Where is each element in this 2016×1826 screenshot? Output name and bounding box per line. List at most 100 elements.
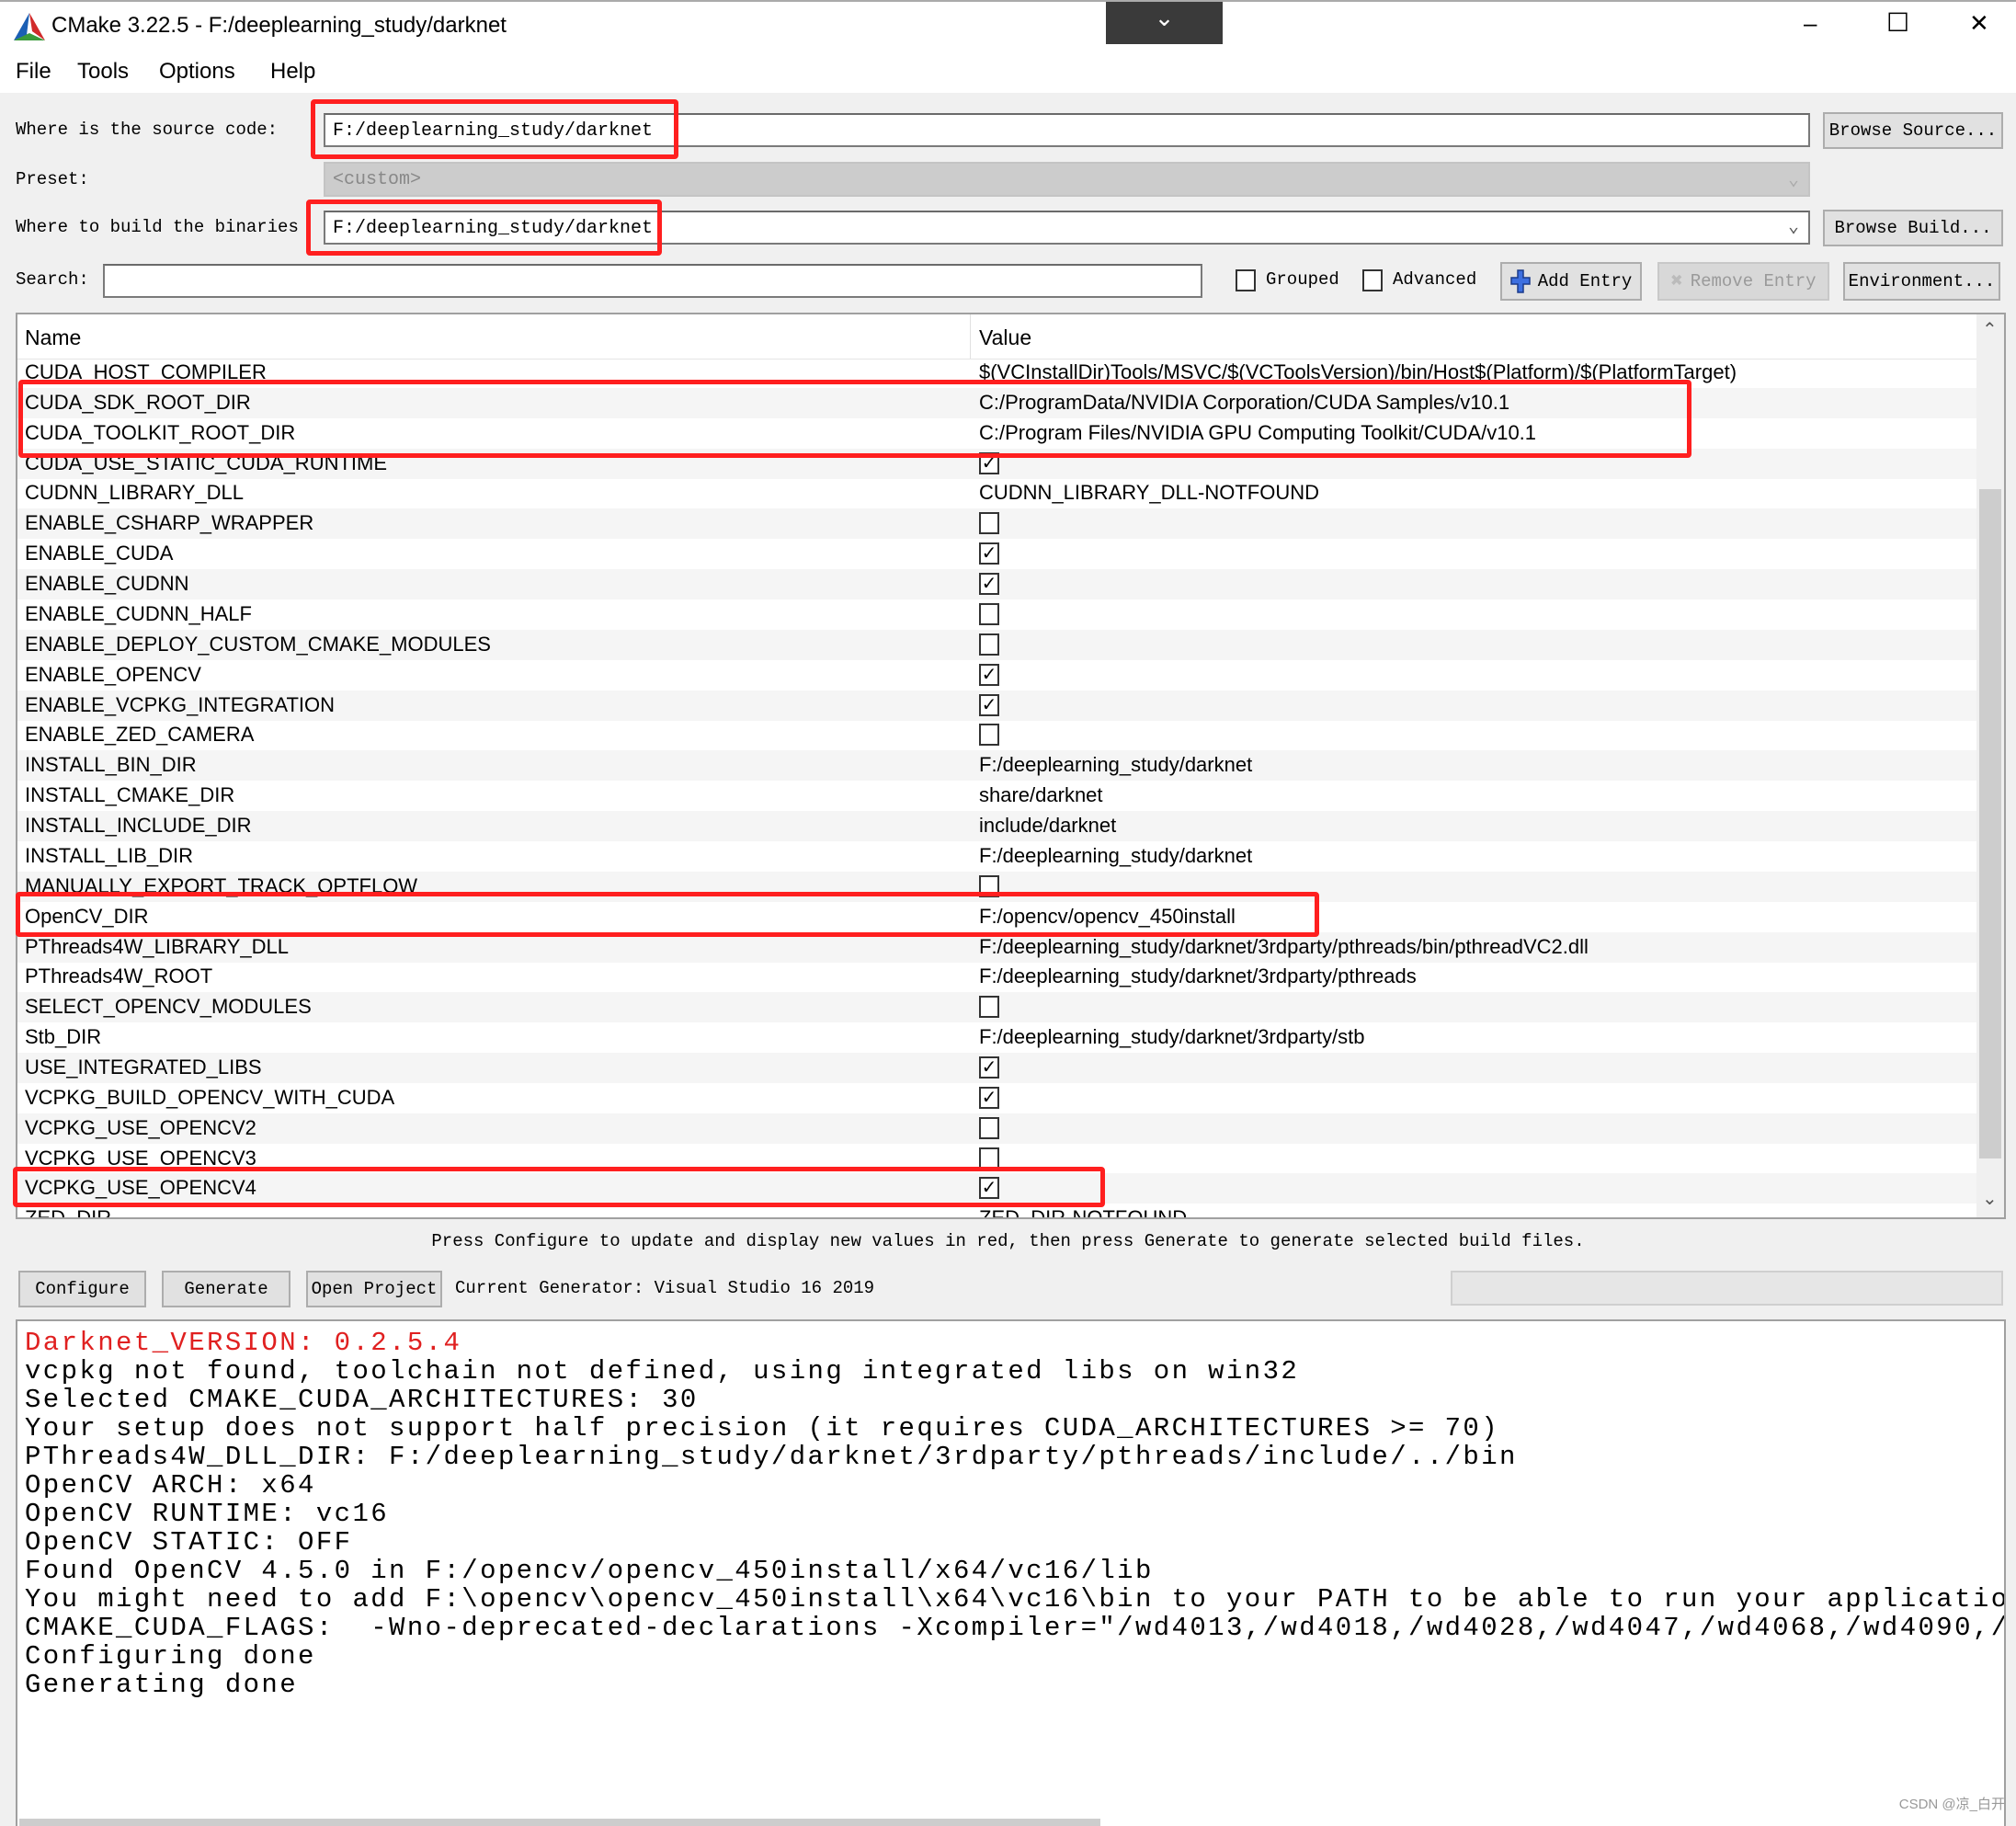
table-row[interactable]: CUDA_SDK_ROOT_DIR C:/ProgramData/NVIDIA C… bbox=[17, 387, 1977, 418]
environment-button[interactable]: Environment... bbox=[1843, 262, 2000, 301]
preset-select[interactable]: <custom> ⌄ bbox=[324, 162, 1810, 197]
entry-checkbox[interactable] bbox=[979, 602, 999, 625]
table-row[interactable]: ENABLE_CUDNN_HALF bbox=[17, 599, 1977, 630]
entry-value[interactable]: F:/deeplearning_study/darknet/3rdparty/p… bbox=[979, 964, 1417, 988]
table-row[interactable]: INSTALL_INCLUDE_DIR include/darknet bbox=[17, 811, 1977, 842]
table-row[interactable]: OpenCV_DIR F:/opencv/opencv_450install bbox=[17, 902, 1977, 932]
entry-checkbox-checked[interactable]: ✓ bbox=[979, 693, 999, 716]
chevron-down-icon[interactable]: ⌄ bbox=[1788, 214, 1799, 238]
grouped-checkbox[interactable] bbox=[1236, 269, 1256, 291]
maximize-button[interactable]: ☐ bbox=[1886, 7, 1909, 38]
scroll-up-icon[interactable]: ⌃ bbox=[1982, 318, 1998, 341]
entry-checkbox-checked[interactable]: ✓ bbox=[979, 663, 999, 686]
source-input[interactable]: F:/deeplearning_study/darknet bbox=[324, 113, 1810, 147]
entry-value[interactable]: CUDNN_LIBRARY_DLL-NOTFOUND bbox=[979, 481, 1319, 505]
entry-checkbox-checked[interactable]: ✓ bbox=[979, 1086, 999, 1109]
entry-checkbox[interactable] bbox=[979, 1116, 999, 1139]
entry-checkbox[interactable] bbox=[979, 874, 999, 897]
entry-checkbox-checked[interactable]: ✓ bbox=[979, 573, 999, 596]
table-row[interactable]: ZED_DIR ZED_DIR-NOTFOUND bbox=[17, 1204, 1977, 1217]
column-divider[interactable] bbox=[970, 314, 971, 359]
entry-name: VCPKG_USE_OPENCV4 bbox=[25, 1176, 256, 1200]
menu-options[interactable]: Options bbox=[159, 59, 235, 85]
entry-checkbox-checked[interactable]: ✓ bbox=[979, 1177, 999, 1200]
search-input[interactable] bbox=[103, 264, 1202, 298]
minimize-button[interactable]: – bbox=[1804, 9, 1817, 38]
entry-value[interactable]: F:/deeplearning_study/darknet bbox=[979, 844, 1252, 868]
entry-checkbox-checked[interactable]: ✓ bbox=[979, 1056, 999, 1078]
vertical-scrollbar[interactable]: ⌃ ⌄ bbox=[1976, 314, 2004, 1217]
entry-name: INSTALL_BIN_DIR bbox=[25, 753, 197, 777]
entry-checkbox[interactable] bbox=[979, 996, 999, 1019]
entry-value[interactable]: share/darknet bbox=[979, 783, 1103, 807]
table-header: Name Value bbox=[17, 314, 1977, 359]
entry-value[interactable]: F:/deeplearning_study/darknet/3rdparty/p… bbox=[979, 935, 1589, 959]
entry-value[interactable]: ZED_DIR-NOTFOUND bbox=[979, 1206, 1187, 1217]
browse-source-button[interactable]: Browse Source... bbox=[1823, 112, 2003, 149]
remove-x-icon: ✖ bbox=[1670, 270, 1683, 293]
open-project-button[interactable]: Open Project bbox=[306, 1271, 442, 1307]
horizontal-scrollbar-thumb[interactable] bbox=[19, 1819, 1100, 1826]
entry-value[interactable]: $(VCInstallDir)Tools/MSVC/$(VCToolsVersi… bbox=[979, 360, 1737, 384]
table-row[interactable]: VCPKG_USE_OPENCV2 bbox=[17, 1113, 1977, 1144]
entry-value[interactable]: F:/deeplearning_study/darknet/3rdparty/s… bbox=[979, 1025, 1364, 1049]
build-input[interactable]: F:/deeplearning_study/darknet ⌄ bbox=[324, 211, 1810, 245]
entry-checkbox[interactable] bbox=[979, 512, 999, 535]
table-row[interactable]: VCPKG_USE_OPENCV4 ✓ bbox=[17, 1173, 1977, 1204]
entry-value[interactable]: C:/ProgramData/NVIDIA Corporation/CUDA S… bbox=[979, 391, 1509, 415]
output-line: CMAKE_CUDA_FLAGS: -Wno-deprecated-declar… bbox=[25, 1613, 2004, 1643]
close-button[interactable]: ✕ bbox=[1969, 9, 1989, 38]
output-line: PThreads4W_DLL_DIR: F:/deeplearning_stud… bbox=[25, 1442, 1518, 1472]
menu-tools[interactable]: Tools bbox=[77, 59, 129, 85]
entry-checkbox-checked[interactable]: ✓ bbox=[979, 451, 999, 474]
table-row[interactable]: ENABLE_VCPKG_INTEGRATION ✓ bbox=[17, 690, 1977, 721]
scroll-down-icon[interactable]: ⌄ bbox=[1982, 1187, 1998, 1210]
menu-help[interactable]: Help bbox=[270, 59, 315, 85]
entry-value[interactable]: F:/deeplearning_study/darknet bbox=[979, 753, 1252, 777]
tab-dropdown-button[interactable]: ⌄ bbox=[1106, 2, 1223, 44]
table-row[interactable]: ENABLE_DEPLOY_CUSTOM_CMAKE_MODULES bbox=[17, 629, 1977, 660]
table-row[interactable]: CUDA_TOOLKIT_ROOT_DIR C:/Program Files/NV… bbox=[17, 418, 1977, 449]
table-row[interactable]: VCPKG_BUILD_OPENCV_WITH_CUDA ✓ bbox=[17, 1083, 1977, 1113]
output-line: Selected CMAKE_CUDA_ARCHITECTURES: 30 bbox=[25, 1385, 699, 1415]
table-row[interactable]: CUDA_HOST_COMPILER $(VCInstallDir)Tools/M… bbox=[17, 359, 1977, 388]
table-row[interactable]: ENABLE_OPENCV ✓ bbox=[17, 660, 1977, 690]
table-row[interactable]: USE_INTEGRATED_LIBS ✓ bbox=[17, 1053, 1977, 1083]
table-row[interactable]: ENABLE_CSHARP_WRAPPER bbox=[17, 508, 1977, 540]
table-row[interactable]: PThreads4W_LIBRARY_DLL F:/deeplearning_st… bbox=[17, 931, 1977, 963]
table-row[interactable]: MANUALLY_EXPORT_TRACK_OPTFLOW bbox=[17, 871, 1977, 902]
entry-value[interactable]: C:/Program Files/NVIDIA GPU Computing To… bbox=[979, 421, 1536, 445]
table-row[interactable]: ENABLE_ZED_CAMERA bbox=[17, 720, 1977, 750]
entry-name: ENABLE_DEPLOY_CUSTOM_CMAKE_MODULES bbox=[25, 632, 491, 656]
table-row[interactable]: INSTALL_BIN_DIR F:/deeplearning_study/dar… bbox=[17, 750, 1977, 782]
table-row[interactable]: CUDA_USE_STATIC_CUDA_RUNTIME ✓ bbox=[17, 448, 1977, 479]
table-row[interactable]: Stb_DIR F:/deeplearning_study/darknet/3rd… bbox=[17, 1022, 1977, 1053]
table-row[interactable]: VCPKG_USE_OPENCV3 bbox=[17, 1144, 1977, 1174]
advanced-checkbox[interactable] bbox=[1362, 269, 1383, 291]
table-row[interactable]: SELECT_OPENCV_MODULES bbox=[17, 992, 1977, 1023]
column-header-value[interactable]: Value bbox=[979, 325, 1031, 350]
generate-button[interactable]: Generate bbox=[162, 1271, 290, 1307]
table-row[interactable]: INSTALL_LIB_DIR F:/deeplearning_study/dar… bbox=[17, 841, 1977, 872]
remove-entry-button[interactable]: ✖ Remove Entry bbox=[1657, 262, 1829, 301]
table-body: CUDA_HOST_COMPILER $(VCInstallDir)Tools/M… bbox=[17, 359, 1977, 1217]
configure-button[interactable]: Configure bbox=[18, 1271, 146, 1307]
output-lines: Darknet_VERSION: 0.2.5.4 vcpkg not found,… bbox=[17, 1321, 2004, 1699]
entry-checkbox-checked[interactable]: ✓ bbox=[979, 542, 999, 565]
browse-build-button[interactable]: Browse Build... bbox=[1823, 210, 2003, 246]
entry-checkbox[interactable] bbox=[979, 724, 999, 747]
menu-file[interactable]: File bbox=[16, 59, 51, 85]
entry-checkbox[interactable] bbox=[979, 633, 999, 656]
entry-value[interactable]: F:/opencv/opencv_450install bbox=[979, 905, 1236, 929]
hint-text: Press Configure to update and display ne… bbox=[431, 1231, 1585, 1251]
table-row[interactable]: CUDNN_LIBRARY_DLL CUDNN_LIBRARY_DLL-NOTFO… bbox=[17, 478, 1977, 508]
table-row[interactable]: ENABLE_CUDNN ✓ bbox=[17, 569, 1977, 600]
table-row[interactable]: PThreads4W_ROOT F:/deeplearning_study/dar… bbox=[17, 962, 1977, 992]
table-row[interactable]: INSTALL_CMAKE_DIR share/darknet bbox=[17, 781, 1977, 811]
entry-value[interactable]: include/darknet bbox=[979, 814, 1116, 838]
table-row[interactable]: ENABLE_CUDA ✓ bbox=[17, 539, 1977, 569]
scrollbar-thumb[interactable] bbox=[1979, 489, 2001, 1158]
entry-checkbox[interactable] bbox=[979, 1147, 999, 1170]
add-entry-button[interactable]: Add Entry bbox=[1500, 262, 1642, 301]
column-header-name[interactable]: Name bbox=[25, 325, 81, 350]
